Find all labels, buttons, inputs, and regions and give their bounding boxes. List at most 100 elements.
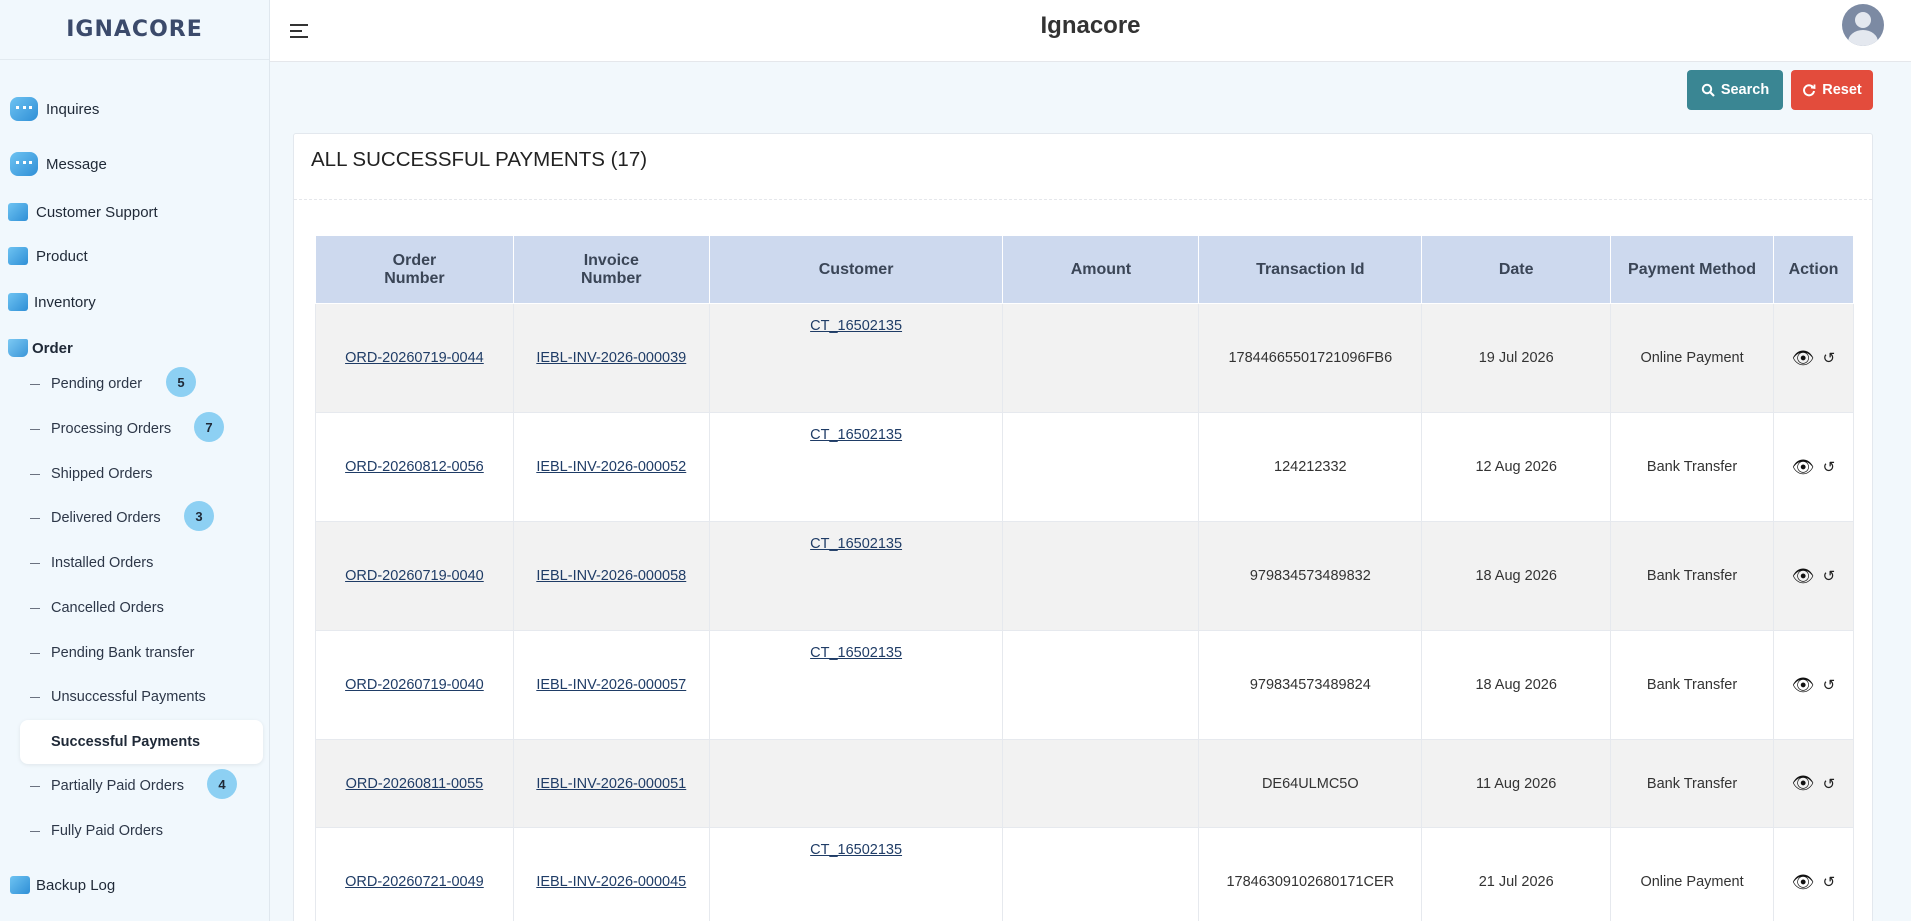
- history-icon[interactable]: ↺: [1823, 873, 1836, 891]
- sidebar-item-label: Product: [36, 247, 88, 265]
- date-cell: 18 Aug 2026: [1421, 630, 1612, 740]
- column-header-action: Action: [1772, 235, 1855, 304]
- history-icon[interactable]: ↺: [1823, 676, 1836, 694]
- sidebar-item-inquires[interactable]: Inquires: [0, 94, 269, 124]
- chat-icon: [10, 152, 38, 176]
- brand-logo[interactable]: IGNACORE: [0, 0, 269, 60]
- sidebar-subitem-label: Shipped Orders: [51, 466, 153, 482]
- sidebar-subitem-pending-order[interactable]: Pending order: [30, 366, 260, 402]
- refresh-icon: [1803, 84, 1816, 97]
- invoice-number-link[interactable]: IEBL-INV-2026-000052: [536, 459, 686, 475]
- transaction-id-cell: 124212332: [1198, 412, 1423, 522]
- customer-link[interactable]: CT_16502135: [810, 645, 902, 661]
- invoice-number-link[interactable]: IEBL-INV-2026-000045: [536, 874, 686, 890]
- date-cell: 21 Jul 2026: [1421, 827, 1612, 921]
- sidebar-subitem-fully-paid-orders[interactable]: Fully Paid Orders: [30, 813, 260, 849]
- eye-icon[interactable]: 👁: [1792, 872, 1815, 893]
- customer-link[interactable]: CT_16502135: [810, 842, 902, 858]
- table-header-row: Order Number Invoice Number Customer Amoun…: [315, 235, 1855, 304]
- amount-cell: [1002, 827, 1200, 921]
- sidebar-subitem-label: Successful Payments: [51, 734, 201, 750]
- date-cell: 18 Aug 2026: [1421, 521, 1612, 631]
- invoice-number-link[interactable]: IEBL-INV-2026-000057: [536, 677, 686, 693]
- order-number-link[interactable]: ORD-20260811-0055: [346, 776, 484, 792]
- search-button[interactable]: Search: [1687, 70, 1783, 110]
- sidebar-item-customer-support[interactable]: Customer Support: [0, 200, 269, 224]
- sidebar-subitem-delivered-orders[interactable]: Delivered Orders: [30, 500, 260, 536]
- eye-icon[interactable]: 👁: [1792, 348, 1815, 369]
- customer-link[interactable]: CT_16502135: [810, 536, 902, 552]
- eye-icon[interactable]: 👁: [1792, 675, 1815, 696]
- table-row: ORD-20260719-0040 IEBL-INV-2026-000058 C…: [315, 521, 1855, 631]
- sidebar-subitem-installed-orders[interactable]: Installed Orders: [30, 545, 260, 581]
- column-header-invoice-number[interactable]: Invoice Number: [512, 235, 710, 304]
- sidebar-item-backup-log[interactable]: Backup Log: [0, 873, 269, 897]
- sidebar-subitem-processing-orders[interactable]: Processing Orders: [30, 411, 260, 447]
- search-icon: [1701, 83, 1715, 97]
- count-badge: 5: [166, 367, 196, 397]
- column-header-customer[interactable]: Customer: [708, 235, 1004, 304]
- sidebar-subitem-label: Delivered Orders: [51, 510, 161, 526]
- history-icon[interactable]: ↺: [1823, 567, 1836, 585]
- column-header-payment-method[interactable]: Payment Method: [1610, 235, 1774, 304]
- reset-button-label: Reset: [1822, 82, 1862, 98]
- transaction-id-cell: 979834573489832: [1198, 521, 1423, 631]
- order-number-link[interactable]: ORD-20260719-0040: [345, 677, 484, 693]
- sidebar: IGNACORE Inquires Message Customer Suppo…: [0, 0, 270, 921]
- backup-icon: [10, 876, 30, 894]
- sidebar-item-label: Message: [46, 155, 107, 173]
- invoice-number-link[interactable]: IEBL-INV-2026-000058: [536, 568, 686, 584]
- inventory-icon: [8, 293, 28, 311]
- count-badge: 4: [207, 769, 237, 799]
- sidebar-subitem-pending-bank-transfer[interactable]: Pending Bank transfer: [30, 635, 260, 671]
- sidebar-subitem-label: Cancelled Orders: [51, 600, 164, 616]
- count-badge: 7: [194, 412, 224, 442]
- sidebar-item-product[interactable]: Product: [0, 244, 269, 268]
- support-icon: [8, 203, 28, 221]
- payments-card: ALL SUCCESSFUL PAYMENTS (17) Order Number…: [293, 133, 1873, 921]
- order-number-link[interactable]: ORD-20260721-0049: [345, 874, 484, 890]
- invoice-number-link[interactable]: IEBL-INV-2026-000051: [536, 776, 686, 792]
- transaction-id-cell: DE64ULMC5O: [1198, 739, 1423, 828]
- payments-table: Order Number Invoice Number Customer Amoun…: [315, 235, 1855, 921]
- sidebar-subitem-shipped-orders[interactable]: Shipped Orders: [30, 456, 260, 492]
- order-number-link[interactable]: ORD-20260812-0056: [345, 459, 484, 475]
- customer-link[interactable]: CT_16502135: [810, 318, 902, 334]
- menu-toggle-icon[interactable]: [280, 16, 310, 46]
- sidebar-subitem-unsuccessful-payments[interactable]: Unsuccessful Payments: [30, 679, 260, 715]
- eye-icon[interactable]: 👁: [1792, 457, 1815, 478]
- sidebar-item-order[interactable]: Order: [0, 336, 269, 360]
- amount-cell: [1002, 303, 1200, 413]
- eye-icon[interactable]: 👁: [1792, 566, 1815, 587]
- transaction-id-cell: 17844665501721096FB6: [1198, 303, 1423, 413]
- table-row: ORD-20260719-0040 IEBL-INV-2026-000057 C…: [315, 630, 1855, 740]
- reset-button[interactable]: Reset: [1791, 70, 1873, 110]
- top-header: Ignacore: [270, 0, 1911, 62]
- invoice-number-link[interactable]: IEBL-INV-2026-000039: [536, 350, 686, 366]
- history-icon[interactable]: ↺: [1823, 458, 1836, 476]
- column-header-order-number[interactable]: Order Number: [315, 235, 514, 304]
- history-icon[interactable]: ↺: [1823, 775, 1836, 793]
- date-cell: 11 Aug 2026: [1421, 739, 1612, 828]
- order-number-link[interactable]: ORD-20260719-0044: [345, 350, 484, 366]
- eye-icon[interactable]: 👁: [1792, 773, 1815, 794]
- avatar[interactable]: [1842, 4, 1884, 46]
- history-icon[interactable]: ↺: [1823, 349, 1836, 367]
- sidebar-subitem-label: Unsuccessful Payments: [51, 689, 206, 705]
- sidebar-item-label: Order: [32, 339, 73, 357]
- date-cell: 19 Jul 2026: [1421, 303, 1612, 413]
- sidebar-subitem-successful-payments[interactable]: Successful Payments: [20, 720, 263, 764]
- amount-cell: [1002, 412, 1200, 522]
- sidebar-subitem-label: Installed Orders: [51, 555, 154, 571]
- column-header-amount[interactable]: Amount: [1002, 235, 1200, 304]
- sidebar-item-label: Inquires: [46, 100, 100, 118]
- order-number-link[interactable]: ORD-20260719-0040: [345, 568, 484, 584]
- sidebar-item-message[interactable]: Message: [0, 149, 269, 179]
- customer-link[interactable]: CT_16502135: [810, 427, 902, 443]
- column-header-date[interactable]: Date: [1421, 235, 1612, 304]
- column-header-transaction-id[interactable]: Transaction Id: [1198, 235, 1423, 304]
- sidebar-subitem-cancelled-orders[interactable]: Cancelled Orders: [30, 590, 260, 626]
- sidebar-item-inventory[interactable]: Inventory: [0, 290, 269, 314]
- sidebar-item-label: Backup Log: [36, 876, 116, 894]
- payment-method-cell: Online Payment: [1610, 303, 1774, 413]
